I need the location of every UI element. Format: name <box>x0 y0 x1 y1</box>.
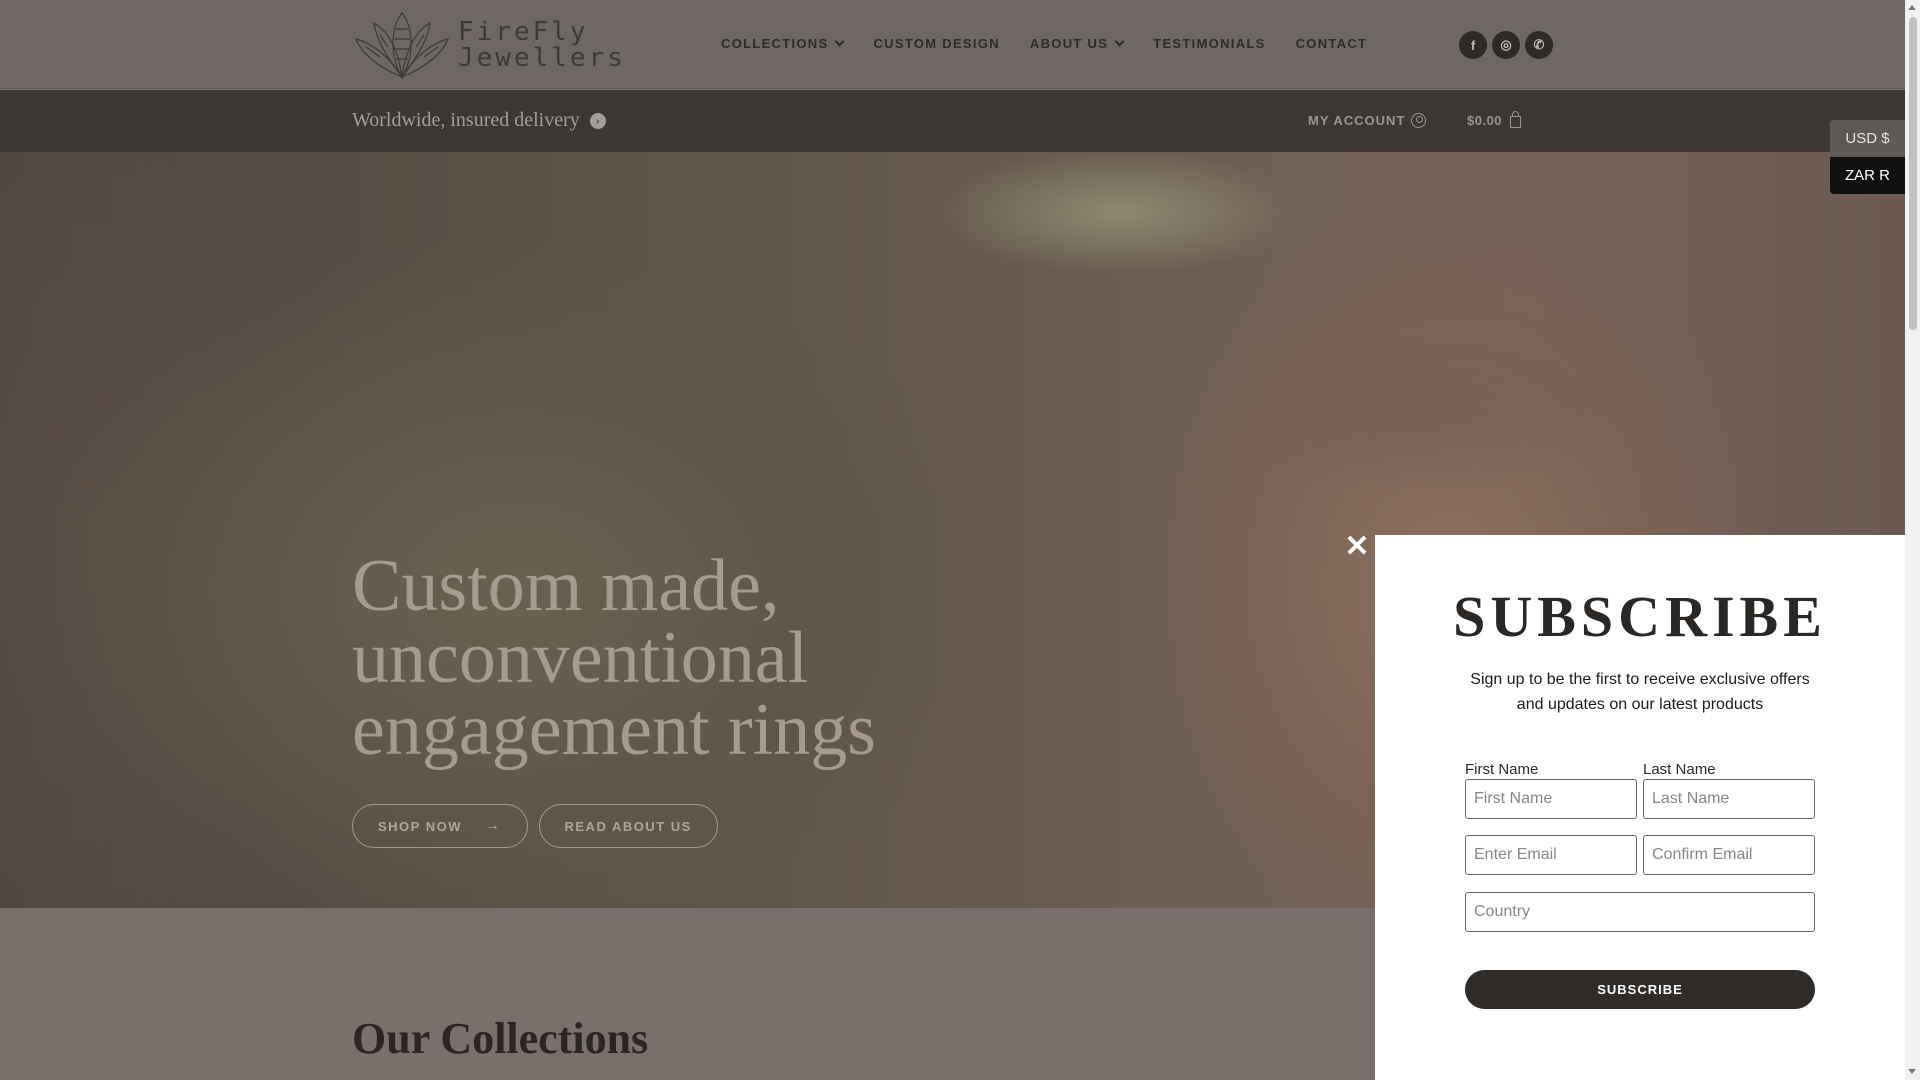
cart-total: $0.00 <box>1467 113 1503 128</box>
delivery-text: Worldwide, insured delivery <box>352 109 580 131</box>
hero-actions: SHOP NOW → READ ABOUT US <box>352 804 718 848</box>
nav-contact[interactable]: CONTACT <box>1296 36 1368 51</box>
logo-line-1: FireFly <box>458 17 589 47</box>
collections-heading: Our Collections <box>352 1014 649 1063</box>
nav-testimonials[interactable]: TESTIMONIALS <box>1153 36 1265 51</box>
hero-title: Custom made, unconventional engagement r… <box>352 545 876 771</box>
my-account-label: MY ACCOUNT <box>1308 113 1406 128</box>
last-name-label: Last Name <box>1643 761 1716 778</box>
email-input[interactable] <box>1465 835 1637 875</box>
first-name-input[interactable] <box>1465 779 1637 819</box>
nav-custom-design-label: CUSTOM DESIGN <box>873 36 1000 51</box>
subscribe-popup: SUBSCRIBE Sign up to be the first to rec… <box>1375 535 1905 1080</box>
site-logo[interactable]: FireFly Jewellers <box>352 9 623 81</box>
page-scrollbar[interactable] <box>1905 0 1920 1080</box>
read-about-us-button[interactable]: READ ABOUT US <box>538 804 718 848</box>
nav-testimonials-label: TESTIMONIALS <box>1153 36 1266 51</box>
chevron-right-circle-icon: › <box>589 112 606 129</box>
scrollbar-thumb[interactable] <box>1909 17 1917 330</box>
nav-collections-label: COLLECTIONS <box>721 36 829 51</box>
currency-zar[interactable]: ZAR R <box>1830 157 1905 194</box>
close-icon[interactable]: ✕ <box>1344 532 1370 562</box>
nav-collections[interactable]: COLLECTIONS <box>721 36 845 51</box>
chevron-down-icon <box>1114 36 1125 47</box>
chevron-down-icon <box>835 36 845 47</box>
logo-line-2: Jewellers <box>458 43 626 73</box>
last-name-input[interactable] <box>1643 779 1815 819</box>
facebook-icon[interactable]: f <box>1459 31 1487 59</box>
arrow-right-icon: → <box>484 817 502 834</box>
subscribe-button[interactable]: SUBSCRIBE <box>1465 970 1815 1009</box>
nav-about-us-label: ABOUT US <box>1029 36 1109 51</box>
currency-switcher: USD $ ZAR R <box>1830 120 1905 194</box>
hero-title-line-2: unconventional <box>352 617 809 699</box>
site-header: FireFly Jewellers COLLECTIONS CUSTOM DES… <box>0 0 1905 89</box>
shopping-bag-icon <box>1510 111 1522 128</box>
nav-about-us[interactable]: ABOUT US <box>1029 36 1125 51</box>
utility-bar: Worldwide, insured delivery › MY ACCOUNT… <box>0 90 1905 152</box>
logo-wordmark: FireFly Jewellers <box>458 19 626 71</box>
whatsapp-icon[interactable]: ✆ <box>1525 31 1553 59</box>
scroll-down-arrow-icon[interactable] <box>1908 1069 1916 1074</box>
shop-now-label: SHOP NOW <box>378 818 462 834</box>
read-about-us-label: READ ABOUT US <box>564 818 692 834</box>
cart-link[interactable]: $0.00 <box>1467 111 1522 128</box>
user-icon <box>1411 113 1427 128</box>
first-name-label: First Name <box>1465 761 1539 778</box>
lotus-logo-icon <box>355 12 449 80</box>
popup-title: SUBSCRIBE <box>1453 584 1827 649</box>
nav-custom-design[interactable]: CUSTOM DESIGN <box>873 36 999 51</box>
hero-title-line-3: engagement rings <box>352 689 876 771</box>
shop-now-button[interactable]: SHOP NOW → <box>352 804 528 848</box>
scroll-up-arrow-icon[interactable] <box>1908 5 1916 10</box>
currency-usd[interactable]: USD $ <box>1830 120 1905 157</box>
country-input[interactable] <box>1465 892 1815 932</box>
nav-contact-label: CONTACT <box>1295 36 1368 51</box>
my-account-link[interactable]: MY ACCOUNT <box>1308 113 1427 128</box>
confirm-email-input[interactable] <box>1643 835 1815 875</box>
main-nav: COLLECTIONS CUSTOM DESIGN ABOUT US TESTI… <box>721 36 1367 51</box>
popup-description: Sign up to be the first to receive exclu… <box>1470 671 1810 713</box>
instagram-icon[interactable]: ◎ <box>1492 31 1520 59</box>
delivery-link[interactable]: Worldwide, insured delivery › <box>352 109 606 132</box>
hero-title-line-1: Custom made, <box>352 545 780 627</box>
social-links: f ◎ ✆ <box>1459 31 1553 59</box>
